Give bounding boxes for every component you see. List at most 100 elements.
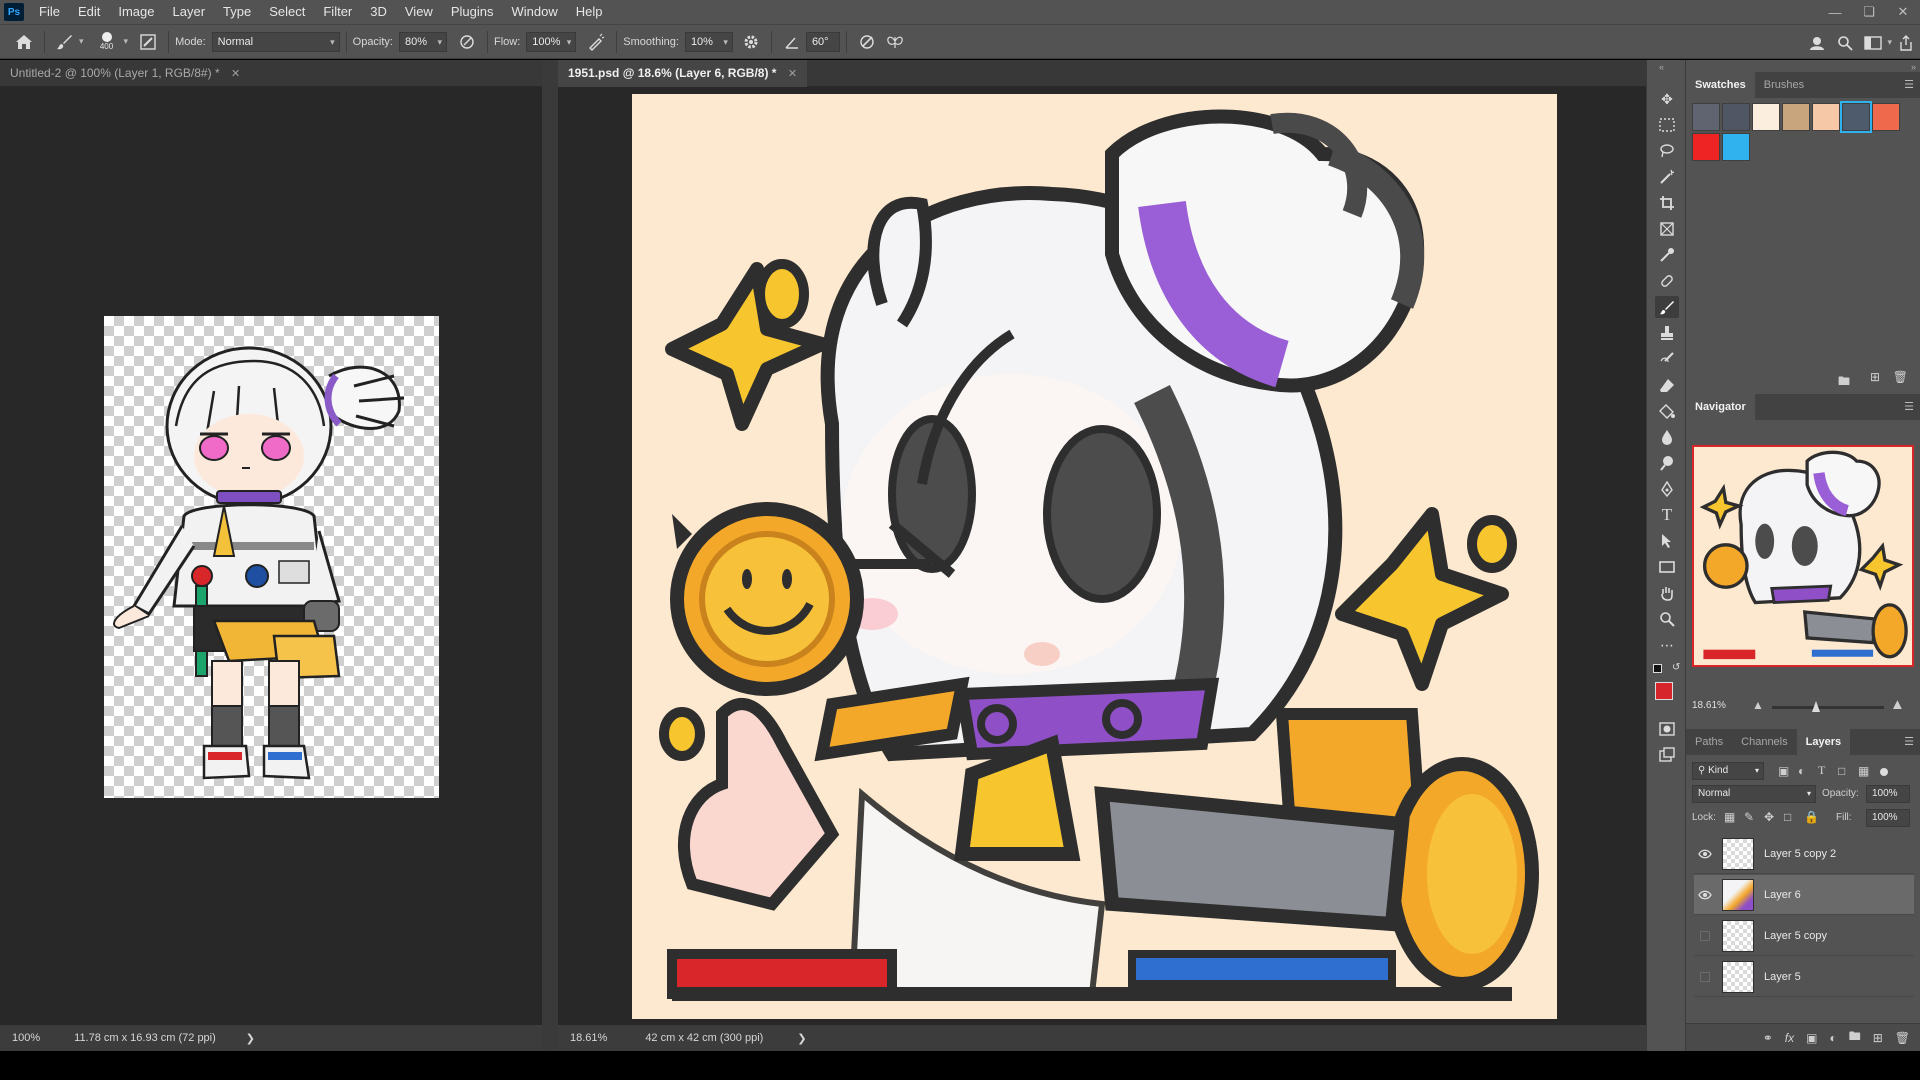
smoothing-options-gear-icon[interactable] [737,28,765,56]
color-swatch[interactable] [1812,103,1840,131]
menu-help[interactable]: Help [567,0,612,24]
left-canvas-artwork[interactable] [104,316,439,798]
lasso-tool-icon[interactable] [1655,140,1679,162]
frame-tool-icon[interactable] [1655,218,1679,240]
dodge-tool-icon[interactable] [1655,452,1679,474]
crop-tool-icon[interactable] [1655,192,1679,214]
layer-fill-input[interactable]: 100% [1866,809,1910,827]
lock-position-move-icon[interactable]: ✥ [1764,810,1774,824]
zoom-level-left[interactable]: 100% [12,1032,40,1044]
chevron-right-icon[interactable]: ❯ [797,1032,806,1045]
pressure-size-icon[interactable] [853,28,881,56]
color-swatch[interactable] [1722,103,1750,131]
tab-navigator[interactable]: Navigator [1686,394,1755,420]
new-swatch-group-folder-icon[interactable]: 🖿 [1838,372,1850,393]
lock-artboard-icon[interactable]: □ [1784,810,1791,824]
filter-adjustment-layer-icon[interactable]: ◐ [1798,764,1805,778]
color-swatch[interactable] [1840,101,1872,133]
close-icon[interactable]: ✕ [788,68,797,80]
workspace-icon[interactable] [1859,29,1887,57]
eraser-tool-icon[interactable] [1655,374,1679,396]
layer-row[interactable]: Layer 5 copy [1694,916,1914,956]
navigator-zoom-value[interactable]: 18.61% [1692,700,1726,711]
marquee-tool-icon[interactable] [1655,114,1679,136]
tab-paths[interactable]: Paths [1686,729,1732,755]
swap-colors-icon[interactable]: ↺ [1672,662,1680,673]
menu-window[interactable]: Window [502,0,566,24]
layer-row[interactable]: Layer 5 [1694,957,1914,997]
menu-view[interactable]: View [396,0,442,24]
adjustment-layer-icon[interactable]: ◐ [1829,1031,1836,1045]
brush-picker-chevron-icon[interactable]: ▾ [124,36,129,47]
document-tab-untitled-2[interactable]: Untitled-2 @ 100% (Layer 1, RGB/8#) * ✕ [0,60,250,87]
symmetry-butterfly-icon[interactable] [881,28,909,56]
paint-bucket-tool-icon[interactable] [1655,400,1679,422]
panel-menu-icon[interactable]: ☰ [1904,735,1914,748]
brush-tool-icon[interactable] [1655,296,1679,318]
brush-settings-panel-icon[interactable] [134,28,162,56]
screen-mode-icon[interactable] [1655,744,1679,766]
hand-tool-icon[interactable] [1655,582,1679,604]
foreground-color-swatch[interactable] [1655,682,1673,700]
layer-filter-kind-select[interactable]: ⚲ Kind ▾ [1692,762,1764,780]
history-brush-tool-icon[interactable] [1655,348,1679,370]
more-tools-icon[interactable]: ⋯ [1655,634,1679,656]
delete-layer-trash-icon[interactable]: 🗑 [1895,1031,1910,1045]
tab-brushes[interactable]: Brushes [1755,72,1813,98]
home-icon[interactable] [10,28,38,56]
chevron-right-icon[interactable]: ❯ [246,1032,255,1045]
link-layers-icon[interactable]: ⚭ [1763,1031,1773,1045]
panel-menu-icon[interactable]: ☰ [1904,400,1914,413]
menu-edit[interactable]: Edit [69,0,109,24]
document-tab-1951-psd[interactable]: 1951.psd @ 18.6% (Layer 6, RGB/8) * ✕ [558,60,808,87]
navigator-zoom-slider[interactable] [1772,706,1884,709]
document-splitter[interactable] [542,60,558,1051]
visibility-toggle-empty-icon[interactable] [1694,966,1716,988]
pen-tool-icon[interactable] [1655,478,1679,500]
panel-menu-icon[interactable]: ☰ [1904,78,1914,91]
new-swatch-icon[interactable]: ⊞ [1870,370,1880,384]
menu-type[interactable]: Type [214,0,260,24]
pressure-opacity-icon[interactable] [453,28,481,56]
menu-3d[interactable]: 3D [361,0,396,24]
close-icon[interactable]: ✕ [1886,0,1920,24]
lock-transparent-pixels-icon[interactable]: ▦ [1724,810,1735,824]
menu-file[interactable]: File [30,0,69,24]
brush-tool-icon[interactable] [51,28,79,56]
eye-visibility-icon[interactable] [1694,843,1716,865]
menu-filter[interactable]: Filter [314,0,361,24]
collapse-panels-icon[interactable]: » [1911,62,1916,72]
move-tool-icon[interactable]: ✥ [1655,88,1679,110]
menu-layer[interactable]: Layer [164,0,215,24]
layer-style-fx-icon[interactable]: fx [1785,1031,1794,1045]
clone-stamp-tool-icon[interactable] [1655,322,1679,344]
menu-select[interactable]: Select [260,0,314,24]
close-icon[interactable]: ✕ [231,68,240,80]
mode-select[interactable]: Normal ▾ [211,31,340,52]
color-swatch[interactable] [1692,103,1720,131]
blur-tool-icon[interactable] [1655,426,1679,448]
layer-row[interactable]: Layer 5 copy 2 [1694,834,1914,874]
airbrush-icon[interactable] [582,28,610,56]
minimize-icon[interactable]: — [1818,0,1852,24]
share-cloud-icon[interactable] [1803,29,1831,57]
menu-image[interactable]: Image [109,0,163,24]
tool-preset-chevron-icon[interactable]: ▾ [79,36,84,47]
color-swatch[interactable] [1782,103,1810,131]
zoom-tool-icon[interactable] [1655,608,1679,630]
tab-channels[interactable]: Channels [1732,729,1796,755]
new-group-folder-icon[interactable]: 🖿 [1849,1027,1861,1048]
share-export-icon[interactable] [1892,29,1920,57]
tab-layers[interactable]: Layers [1796,729,1851,755]
flow-input[interactable]: 100% ▾ [526,31,577,52]
type-tool-icon[interactable]: T [1655,504,1679,526]
right-canvas-artwork[interactable] [632,94,1557,1019]
menu-plugins[interactable]: Plugins [442,0,503,24]
zoom-in-mountain-icon[interactable]: ▲ [1890,696,1905,713]
filter-pixel-layer-icon[interactable]: ▣ [1778,764,1789,778]
layer-opacity-input[interactable]: 100% [1866,785,1910,803]
lock-all-padlock-icon[interactable]: 🔒 [1804,810,1819,824]
default-colors-icon[interactable] [1653,664,1662,673]
smoothing-input[interactable]: 10% ▾ [684,31,733,52]
tab-swatches[interactable]: Swatches [1686,72,1755,98]
